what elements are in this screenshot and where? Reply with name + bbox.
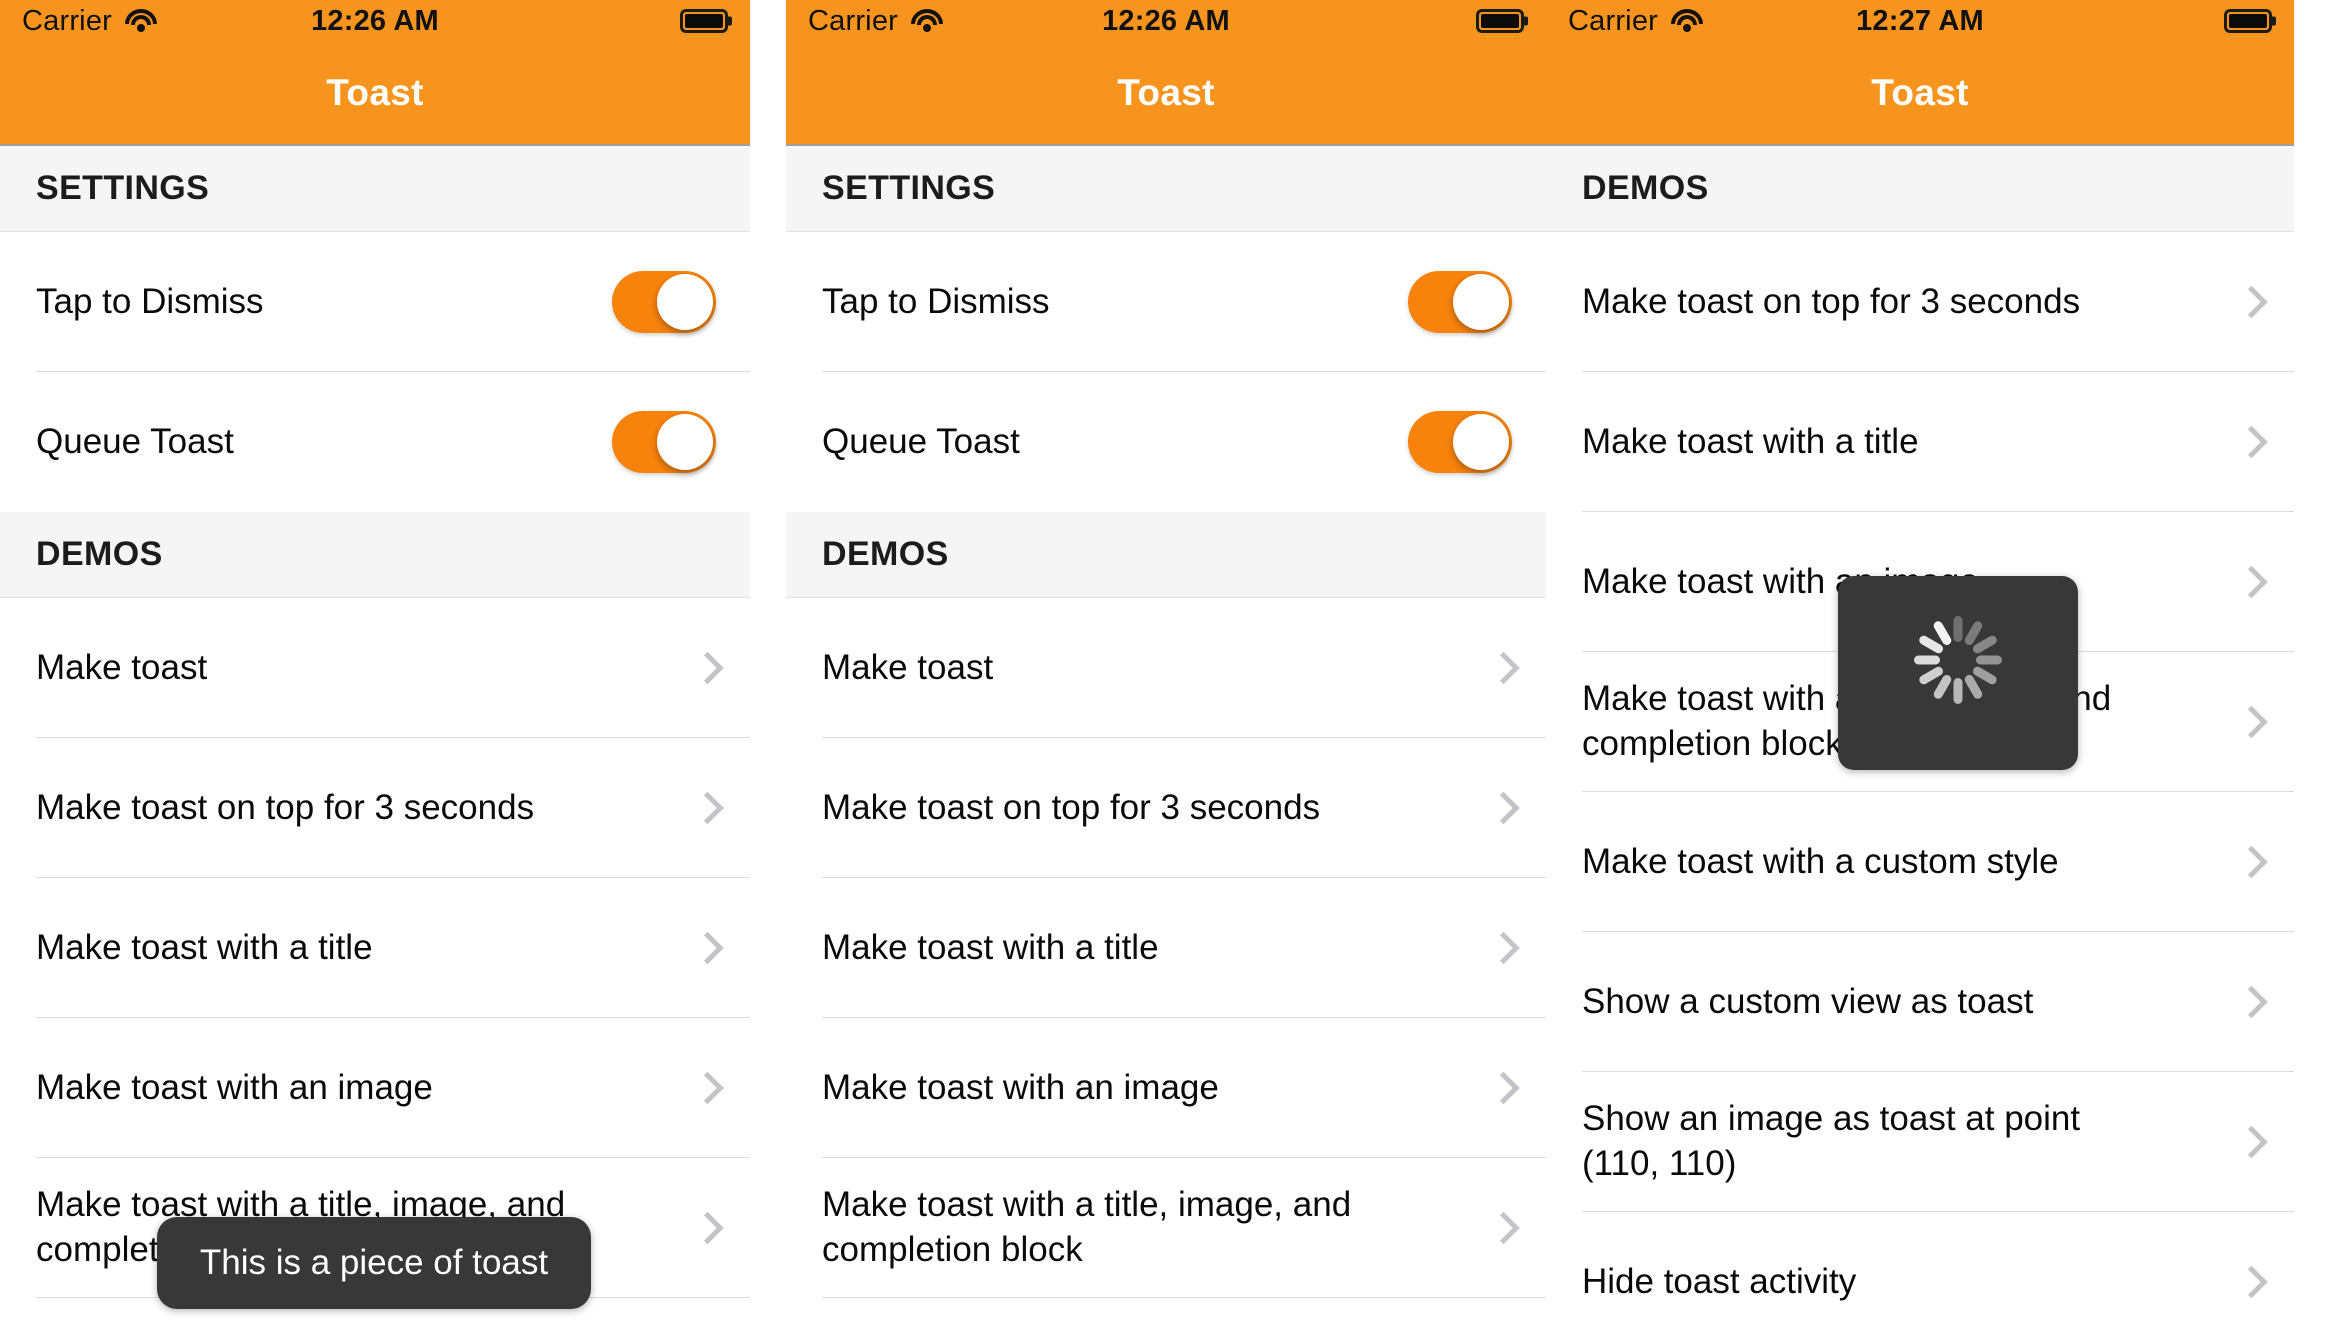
section-header-demos: DEMOS <box>786 512 1546 598</box>
row-tap-to-dismiss[interactable]: Tap to Dismiss <box>786 232 1546 372</box>
chevron-right-icon <box>694 929 716 967</box>
status-bar-left: Carrier <box>808 5 944 38</box>
section-header-demos: DEMOS <box>0 512 750 598</box>
row-label: Make toast on top for 3 seconds <box>822 787 1321 827</box>
row-label: Make toast with a title, image, and comp… <box>822 1185 1352 1269</box>
settings-demos-table[interactable]: SETTINGS Tap to Dismiss Queue Toast DEMO… <box>786 146 1546 1334</box>
row-make-toast-with-image[interactable]: Make toast with an image <box>786 1018 1546 1158</box>
navigation-bar: Toast <box>0 42 750 146</box>
chevron-right-icon <box>694 649 716 687</box>
chevron-right-icon <box>1490 1069 1512 1107</box>
toast-activity-indicator[interactable] <box>1838 576 2078 770</box>
row-make-toast[interactable]: Make toast <box>0 598 750 738</box>
navigation-bar: Toast <box>786 42 1546 146</box>
tap-to-dismiss-toggle[interactable] <box>1408 271 1512 333</box>
chevron-right-icon <box>2238 563 2260 601</box>
row-make-toast-with-title[interactable]: Make toast with a title <box>786 878 1546 1018</box>
row-make-toast-with-title[interactable]: Make toast with a title <box>0 878 750 1018</box>
settings-demos-table[interactable]: SETTINGS Tap to Dismiss Queue Toast DEMO… <box>0 146 750 1334</box>
panel-gutter <box>750 0 786 1334</box>
status-bar: Carrier 12:27 AM <box>1546 0 2294 42</box>
toast-simple-message[interactable]: This is a piece of toast <box>157 1217 591 1309</box>
row-label: Tap to Dismiss <box>36 281 264 321</box>
status-bar-right <box>680 9 728 33</box>
wifi-icon <box>124 8 158 34</box>
status-bar-right <box>2224 9 2272 33</box>
status-bar: Carrier 12:26 AM <box>0 0 750 42</box>
phone-panel-2: Carrier 12:26 AM Toast SETTINGS Tap to D… <box>786 0 1546 1334</box>
row-label: Queue Toast <box>822 421 1020 461</box>
row-label: Make toast <box>822 647 994 687</box>
section-header-demos: DEMOS <box>1546 146 2294 232</box>
chevron-right-icon <box>694 1069 716 1107</box>
row-make-toast[interactable]: Make toast <box>786 598 1546 738</box>
wifi-icon <box>1670 8 1704 34</box>
three-phone-screenshot-board: Carrier 12:26 AM Toast SETTINGS Tap to D… <box>0 0 2330 1334</box>
chevron-right-icon <box>2238 1123 2260 1161</box>
queue-toast-toggle[interactable] <box>612 411 716 473</box>
chevron-right-icon <box>2238 843 2260 881</box>
chevron-right-icon <box>1490 1209 1512 1247</box>
row-show-image-as-toast-at-point[interactable]: Show an image as toast at point (110, 11… <box>1546 1072 2294 1212</box>
status-bar-left: Carrier <box>22 5 158 38</box>
row-label: Show an image as toast at point (110, 11… <box>1582 1099 2081 1183</box>
status-bar-right <box>1476 9 1524 33</box>
chevron-right-icon <box>1490 929 1512 967</box>
row-make-toast-with-image[interactable]: Make toast with an image <box>0 1018 750 1158</box>
row-label: Make toast with a title <box>822 927 1159 967</box>
page-title: Toast <box>1117 72 1215 113</box>
row-label: Tap to Dismiss <box>822 281 1050 321</box>
row-make-toast-title-image-completion[interactable]: Make toast with a title, image, and comp… <box>786 1158 1546 1298</box>
carrier-label: Carrier <box>808 4 899 37</box>
queue-toast-toggle[interactable] <box>1408 411 1512 473</box>
chevron-right-icon <box>694 789 716 827</box>
row-label: Make toast with an image <box>822 1067 1219 1107</box>
page-title: Toast <box>1871 72 1969 113</box>
row-tap-to-dismiss[interactable]: Tap to Dismiss <box>0 232 750 372</box>
row-label: Queue Toast <box>36 421 234 461</box>
row-label: Make toast on top for 3 seconds <box>1582 281 2081 321</box>
wifi-icon <box>910 8 944 34</box>
chevron-right-icon <box>2238 983 2260 1021</box>
row-make-toast-with-title[interactable]: Make toast with a title <box>1546 372 2294 512</box>
section-header-settings: SETTINGS <box>786 146 1546 232</box>
row-label: Hide toast activity <box>1582 1261 1857 1301</box>
row-make-toast-on-top[interactable]: Make toast on top for 3 seconds <box>1546 232 2294 372</box>
status-bar-left: Carrier <box>1568 5 1704 38</box>
carrier-label: Carrier <box>1568 4 1659 37</box>
battery-full-icon <box>680 9 728 33</box>
row-label: Show a custom view as toast <box>1582 981 2034 1021</box>
section-header-settings: SETTINGS <box>0 146 750 232</box>
row-label: Make toast with an image <box>36 1067 433 1107</box>
row-make-toast-custom-style[interactable]: Make toast with a custom style <box>1546 792 2294 932</box>
row-queue-toast[interactable]: Queue Toast <box>786 372 1546 512</box>
row-label: Make toast <box>36 647 208 687</box>
chevron-right-icon <box>2238 1263 2260 1301</box>
row-make-toast-on-top[interactable]: Make toast on top for 3 seconds <box>0 738 750 878</box>
row-label: Make toast with a title <box>1582 421 1919 461</box>
chevron-right-icon <box>694 1209 716 1247</box>
battery-full-icon <box>2224 9 2272 33</box>
chevron-right-icon <box>2238 283 2260 321</box>
row-make-toast-on-top[interactable]: Make toast on top for 3 seconds <box>786 738 1546 878</box>
row-label: Make toast on top for 3 seconds <box>36 787 535 827</box>
activity-spinner-icon <box>1912 616 2004 719</box>
toast-message: This is a piece of toast <box>199 1243 549 1282</box>
row-queue-toast[interactable]: Queue Toast <box>0 372 750 512</box>
row-show-custom-view-as-toast[interactable]: Show a custom view as toast <box>1546 932 2294 1072</box>
phone-panel-1: Carrier 12:26 AM Toast SETTINGS Tap to D… <box>0 0 750 1334</box>
navigation-bar: Toast <box>1546 42 2294 146</box>
chevron-right-icon <box>1490 789 1512 827</box>
row-label: Make toast with a custom style <box>1582 841 2059 881</box>
battery-full-icon <box>1476 9 1524 33</box>
row-label: Make toast with a title <box>36 927 373 967</box>
status-bar: Carrier 12:26 AM <box>786 0 1546 42</box>
tap-to-dismiss-toggle[interactable] <box>612 271 716 333</box>
page-title: Toast <box>326 72 424 113</box>
chevron-right-icon <box>1490 649 1512 687</box>
carrier-label: Carrier <box>22 4 113 37</box>
chevron-right-icon <box>2238 703 2260 741</box>
chevron-right-icon <box>2238 423 2260 461</box>
row-hide-toast-activity[interactable]: Hide toast activity <box>1546 1212 2294 1334</box>
